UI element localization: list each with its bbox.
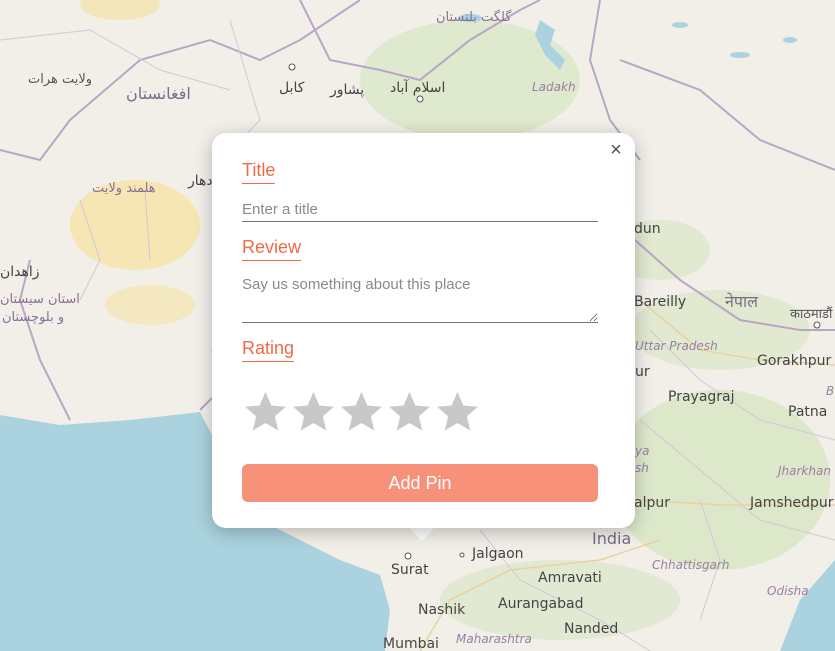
map-label-dehradun: dun <box>634 221 661 237</box>
map-label-gilgit: گلگت بلتستان <box>436 10 512 25</box>
map-label-gorakhpur: Gorakhpur <box>757 353 832 369</box>
popup-tip <box>408 526 436 541</box>
map-label-baluchestan: و بلوچستان <box>2 310 65 325</box>
add-pin-popup: × Title Review Rating Add Pin <box>212 133 635 528</box>
map-label-mumbai: Mumbai <box>383 636 439 651</box>
map-label-maharashtra: Maharashtra <box>456 632 532 646</box>
map-label-islamabad: اسلام آباد <box>390 80 446 96</box>
close-icon[interactable]: × <box>607 140 625 160</box>
map-label-india: India <box>592 529 632 548</box>
map-label-nanded: Nanded <box>564 621 619 637</box>
bay-of-bengal <box>780 560 835 651</box>
map-label-bareilly: Bareilly <box>634 294 687 310</box>
desert-area <box>80 0 160 20</box>
title-label: Title <box>242 160 276 184</box>
review-textarea[interactable] <box>242 275 598 323</box>
add-pin-button[interactable]: Add Pin <box>242 464 598 502</box>
star-icon[interactable] <box>242 388 289 436</box>
star-icon[interactable] <box>290 388 337 436</box>
map-label-uttar-pradesh: Uttar Pradesh <box>635 339 718 353</box>
map-label-kabul: کابل <box>279 80 305 96</box>
map-label-nepal: नेपाल <box>725 292 758 311</box>
map-label-kathmandu: काठमाडौं <box>790 307 833 322</box>
map-label-helmand: هلمند ولایت <box>92 181 156 196</box>
map-label-herat: ولایت هرات <box>28 72 93 87</box>
star-icon[interactable] <box>434 388 481 436</box>
map-label-jamshedpur: Jamshedpur <box>750 495 834 511</box>
lake <box>783 37 797 43</box>
map-label-lucknow: ur <box>635 364 650 380</box>
map-label-ladakh: Ladakh <box>532 80 576 94</box>
map-label-bihar: B <box>826 384 835 398</box>
map-label-afghanistan: افغانستان <box>126 84 191 103</box>
map-label-amravati: Amravati <box>538 570 602 586</box>
map-label-aurangabad: Aurangabad <box>498 596 584 612</box>
rating-label: Rating <box>242 338 295 362</box>
map-label-jharkhand: Jharkhan <box>778 464 831 478</box>
map-label-kandahar: دهار <box>188 173 213 189</box>
map-label-sistan: استان سیستان <box>0 292 80 307</box>
star-icon[interactable] <box>386 388 433 436</box>
lake <box>672 22 688 28</box>
map-label-patna: Patna <box>788 404 828 420</box>
map-label-prayagraj: Prayagraj <box>668 389 735 405</box>
star-rating[interactable] <box>242 388 481 440</box>
map-label-peshawar: پشاور <box>330 82 365 98</box>
map-label-odisha: Odisha <box>767 584 809 598</box>
title-input[interactable] <box>242 201 598 222</box>
map-label-jalgaon: Jalgaon <box>472 546 524 562</box>
lake <box>730 52 750 58</box>
map-label-chhattisgarh: Chhattisgarh <box>652 558 730 572</box>
map-label-zahedan: زاهدان <box>0 264 40 280</box>
map-label-surat: Surat <box>391 562 429 578</box>
map-label-region-ya: ya <box>635 444 650 458</box>
map-label-jabalpur: alpur <box>634 495 670 511</box>
star-icon[interactable] <box>338 388 385 436</box>
desert-area <box>105 285 195 325</box>
review-label: Review <box>242 237 302 261</box>
map-label-nashik: Nashik <box>418 602 466 618</box>
map-label-region-sh: sh <box>635 461 649 475</box>
